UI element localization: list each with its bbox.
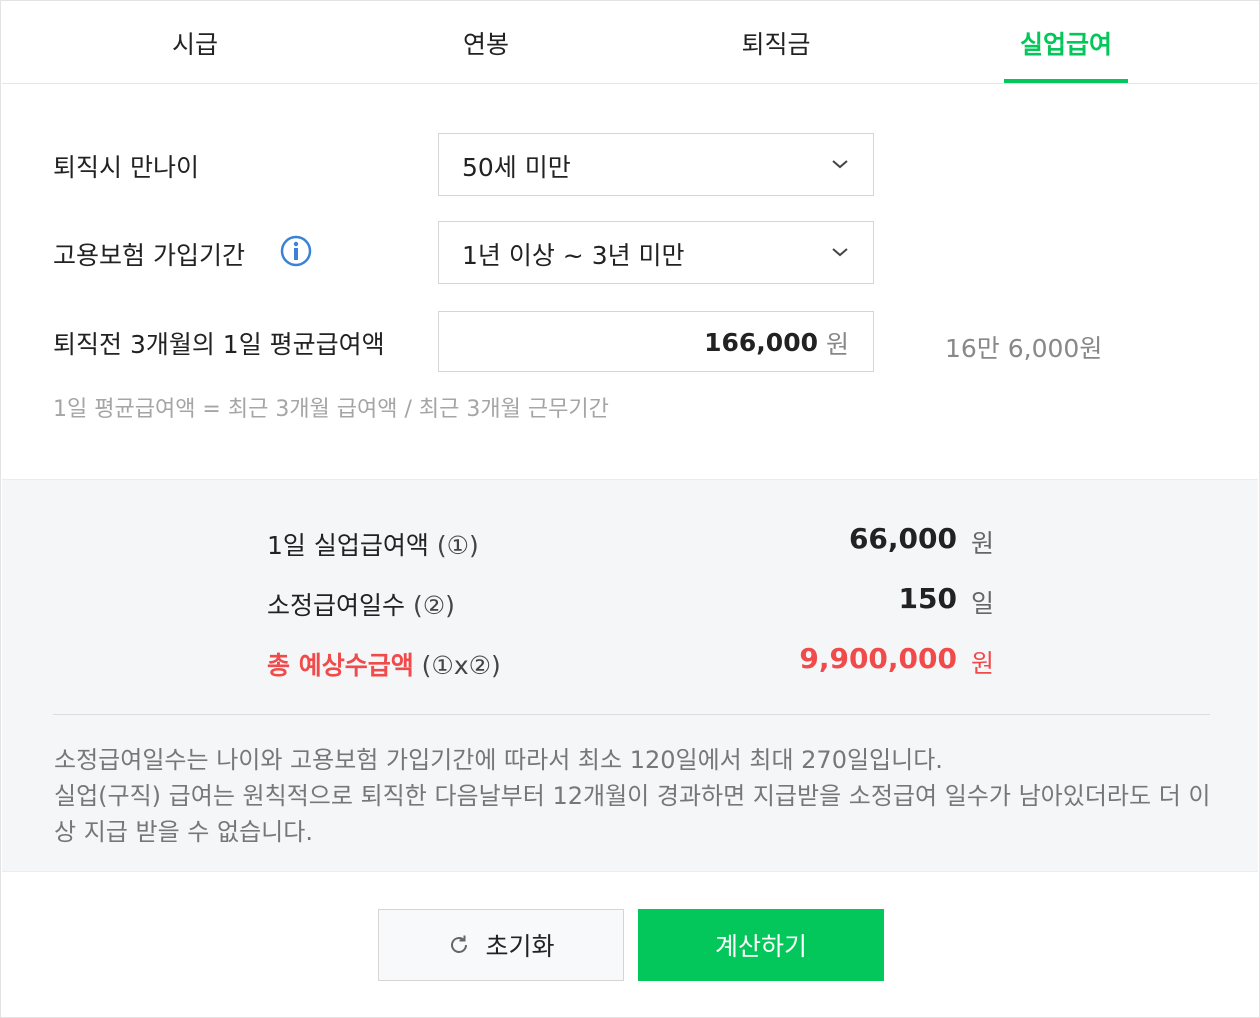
- divider: [53, 714, 1210, 715]
- reset-button[interactable]: 초기화: [378, 909, 624, 981]
- benefit-days-label: 소정급여일수 (②): [267, 586, 455, 622]
- notice-line-2: 실업(구직) 급여는 원칙적으로 퇴직한 다음날부터 12개월이 경과하면 지급…: [54, 782, 1211, 846]
- age-select-value: 50세 미만: [462, 152, 571, 182]
- tab-annual-salary[interactable]: 연봉: [406, 2, 566, 84]
- chevron-down-icon: [832, 160, 848, 169]
- chevron-down-icon: [832, 248, 848, 257]
- daily-benefit-value: 66,000: [848, 522, 957, 555]
- formula-hint: 1일 평균급여액 = 최근 3개월 급여액 / 최근 3개월 근무기간: [53, 397, 609, 422]
- calculator-panel: 시급 연봉 퇴직금 실업급여 퇴직시 만나이 50세 미만 고용보험 가입기간 …: [0, 0, 1260, 1018]
- benefit-days-label-text: 소정급여일수: [267, 591, 406, 620]
- refresh-icon: [451, 935, 468, 953]
- total-benefit-unit: 원: [971, 649, 995, 678]
- tab-hourly[interactable]: 시급: [115, 2, 275, 84]
- notice-text: 소정급여일수는 나이와 고용보험 가입기간에 따라서 최소 120일에서 최대 …: [54, 742, 1214, 850]
- daily-benefit-ref: (①): [436, 531, 479, 560]
- daily-benefit-label-text: 1일 실업급여액: [267, 531, 429, 560]
- benefit-days-unit: 일: [971, 589, 995, 618]
- benefit-days-ref: (②): [412, 591, 455, 620]
- age-label: 퇴직시 만나이: [53, 153, 199, 182]
- reset-button-label: 초기화: [485, 932, 555, 961]
- active-tab-indicator: [1004, 79, 1128, 83]
- insurance-period-value: 1년 이상 ~ 3년 미만: [462, 240, 685, 270]
- benefit-days-value: 150: [898, 582, 957, 615]
- tab-severance-pay[interactable]: 퇴직금: [696, 2, 856, 84]
- age-select[interactable]: 50세 미만: [438, 133, 874, 196]
- total-benefit-label: 총 예상수급액 (①x②): [267, 646, 501, 682]
- daily-benefit-label: 1일 실업급여액 (①): [267, 526, 479, 562]
- calculate-button[interactable]: 계산하기: [638, 909, 884, 981]
- avg-wage-unit: 원: [825, 329, 849, 359]
- daily-benefit-unit: 원: [971, 529, 995, 558]
- notice-line-1: 소정급여일수는 나이와 고용보험 가입기간에 따라서 최소 120일에서 최대 …: [54, 746, 943, 774]
- total-benefit-label-text: 총 예상수급액: [267, 651, 414, 680]
- result-section: 1일 실업급여액 (①) 66,000 원 소정급여일수 (②) 150 일 총…: [2, 479, 1258, 872]
- avg-wage-value: 166,000: [704, 328, 818, 357]
- calculate-button-label: 계산하기: [714, 932, 807, 961]
- avg-wage-label: 퇴직전 3개월의 1일 평균급여액: [53, 330, 385, 359]
- insurance-period-select[interactable]: 1년 이상 ~ 3년 미만: [438, 221, 874, 284]
- tab-bar: 시급 연봉 퇴직금 실업급여: [2, 2, 1258, 84]
- tab-unemployment-benefit[interactable]: 실업급여: [1004, 2, 1128, 84]
- total-benefit-value: 9,900,000: [799, 642, 957, 675]
- avg-wage-korean-amount: 16만 6,000원: [945, 334, 1103, 363]
- info-icon[interactable]: [280, 235, 312, 267]
- insurance-period-label: 고용보험 가입기간: [53, 241, 245, 270]
- avg-wage-input[interactable]: 166,000 원: [438, 311, 874, 372]
- total-benefit-ref: (①x②): [421, 651, 501, 680]
